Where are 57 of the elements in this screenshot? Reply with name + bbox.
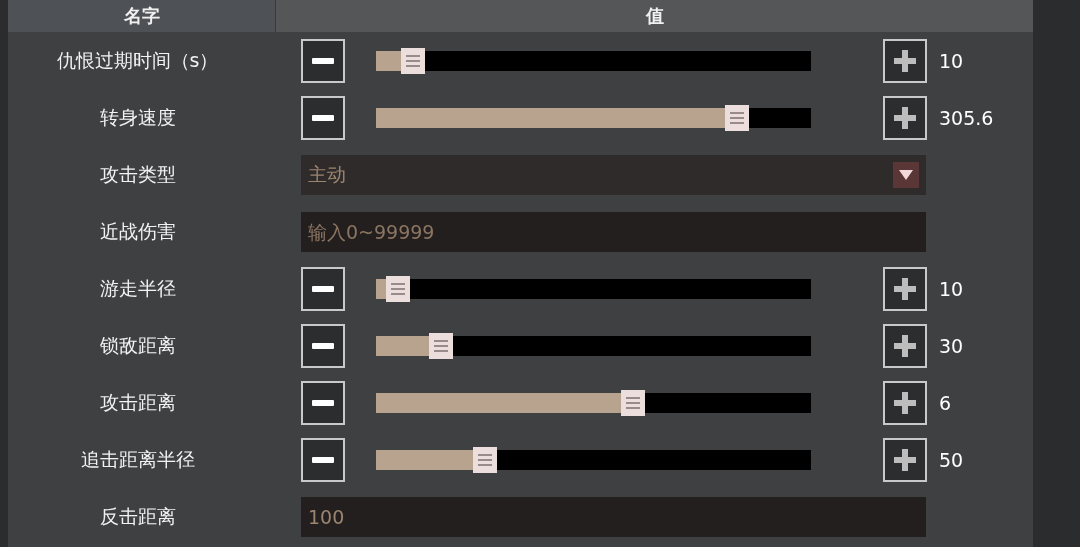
slider-thumb[interactable] bbox=[620, 389, 645, 416]
setting-label: 锁敌距离 bbox=[99, 333, 176, 356]
setting-label: 反击距离 bbox=[99, 504, 176, 527]
caret-icon bbox=[893, 161, 919, 188]
setting-label: 追击距离半径 bbox=[80, 447, 195, 470]
slider-thumb[interactable] bbox=[400, 47, 425, 74]
input-field[interactable]: 输入0~99999 bbox=[301, 211, 926, 252]
minus-icon bbox=[312, 285, 334, 292]
value-reading: 50 bbox=[939, 448, 964, 471]
input-field[interactable]: 100 bbox=[301, 496, 926, 537]
plus-icon bbox=[894, 391, 916, 414]
value-reading: 10 bbox=[939, 49, 964, 72]
plus-button[interactable] bbox=[883, 437, 927, 482]
minus-icon bbox=[312, 57, 334, 64]
slider-track[interactable] bbox=[376, 335, 811, 356]
column-header: 值 bbox=[645, 4, 664, 28]
plus-button[interactable] bbox=[883, 266, 927, 311]
minus-icon bbox=[312, 456, 334, 463]
minus-button[interactable] bbox=[301, 266, 345, 311]
minus-icon bbox=[312, 114, 334, 121]
plus-icon bbox=[894, 49, 916, 72]
minus-icon bbox=[312, 399, 334, 406]
setting-label: 仇恨过期时间（s） bbox=[56, 48, 219, 71]
minus-button[interactable] bbox=[301, 380, 345, 425]
value-reading: 305.6 bbox=[939, 106, 994, 129]
setting-label: 转身速度 bbox=[99, 105, 176, 128]
plus-button[interactable] bbox=[883, 380, 927, 425]
slider-track[interactable] bbox=[376, 278, 811, 299]
plus-button[interactable] bbox=[883, 323, 927, 368]
slider-thumb[interactable] bbox=[472, 446, 497, 473]
plus-icon bbox=[894, 448, 916, 471]
minus-button[interactable] bbox=[301, 437, 345, 482]
minus-button[interactable] bbox=[301, 95, 345, 140]
plus-icon bbox=[894, 277, 916, 300]
minus-button[interactable] bbox=[301, 38, 345, 83]
slider-track[interactable] bbox=[376, 107, 811, 128]
slider-thumb[interactable] bbox=[725, 104, 750, 131]
slider-thumb[interactable] bbox=[385, 275, 410, 302]
value-reading: 10 bbox=[939, 277, 964, 300]
minus-button[interactable] bbox=[301, 323, 345, 368]
slider-track[interactable] bbox=[376, 392, 811, 413]
slider-track[interactable] bbox=[376, 50, 811, 71]
column-header: 名字 bbox=[123, 4, 160, 28]
value-reading: 6 bbox=[939, 391, 952, 414]
slider-thumb[interactable] bbox=[429, 332, 454, 359]
setting-label: 近战伤害 bbox=[99, 219, 176, 242]
plus-icon bbox=[894, 106, 916, 129]
plus-button[interactable] bbox=[883, 95, 927, 140]
setting-label: 攻击距离 bbox=[99, 390, 176, 413]
setting-label: 游走半径 bbox=[99, 276, 176, 299]
slider-track[interactable] bbox=[376, 449, 811, 470]
plus-icon bbox=[894, 334, 916, 357]
dropdown[interactable]: 主动 bbox=[301, 154, 926, 195]
value-reading: 30 bbox=[939, 334, 964, 357]
plus-button[interactable] bbox=[883, 38, 927, 83]
minus-icon bbox=[312, 342, 334, 349]
setting-label: 攻击类型 bbox=[99, 162, 176, 185]
